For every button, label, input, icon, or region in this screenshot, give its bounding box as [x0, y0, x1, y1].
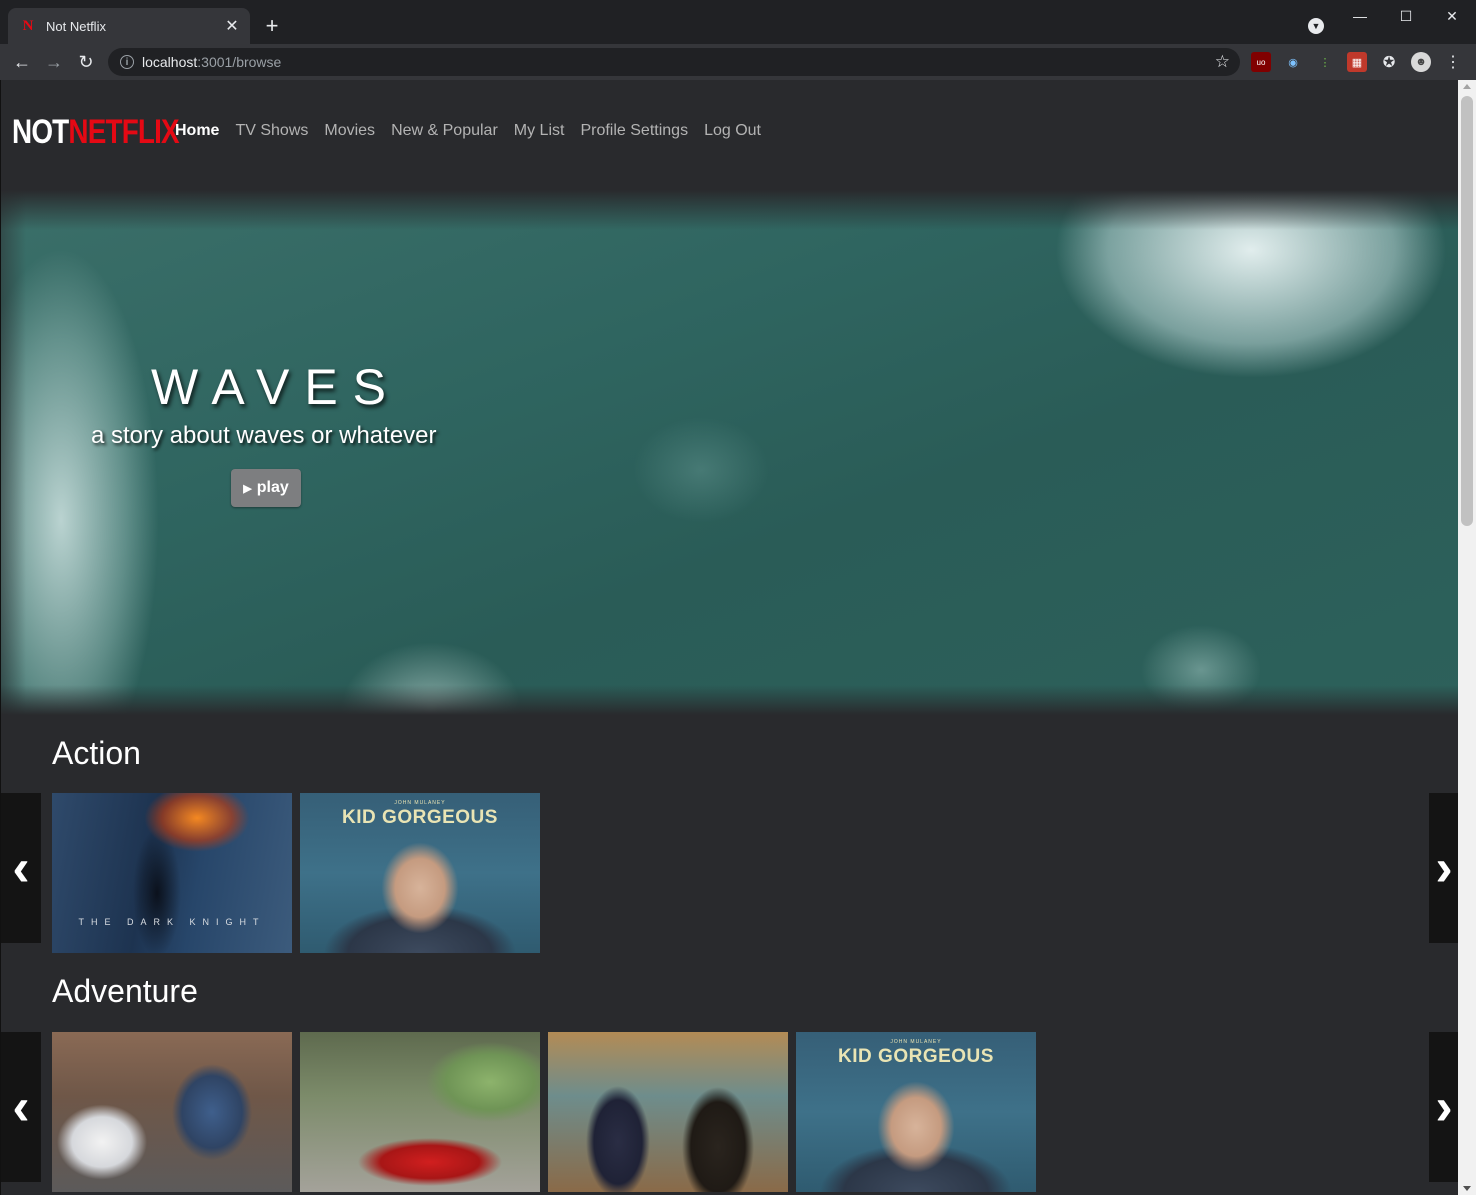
scroll-up-arrow-icon[interactable]	[1463, 84, 1471, 89]
play-icon: ▶	[243, 482, 252, 495]
maximize-button[interactable]: ☐	[1383, 0, 1429, 32]
logo-not: NOT	[12, 113, 69, 151]
browser-menu-icon[interactable]: ⋮	[1443, 52, 1463, 72]
tab-title: Not Netflix	[46, 18, 106, 34]
profile-avatar-icon[interactable]: ☻	[1411, 52, 1431, 72]
title-card[interactable]	[300, 1032, 540, 1192]
url-host: localhost	[142, 54, 198, 70]
nav-new-popular[interactable]: New & Popular	[391, 122, 498, 140]
url-path: :3001/browse	[197, 54, 282, 70]
chevron-down-icon: ▼	[1308, 18, 1324, 34]
address-bar[interactable]: i localhost:3001/browse ☆	[108, 48, 1240, 76]
not-netflix-logo[interactable]: NOTNETFLIX	[12, 112, 180, 152]
nav-tv-shows[interactable]: TV Shows	[235, 122, 308, 140]
close-window-button[interactable]: ✕	[1429, 0, 1475, 32]
browser-toolbar: ← → ↻ i localhost:3001/browse ☆ uo ◉ ⋮ ▦…	[0, 44, 1476, 80]
poster-title: THE DARK KNIGHT	[78, 917, 266, 927]
nav-profile-settings[interactable]: Profile Settings	[580, 122, 688, 140]
nav-links: Home TV Shows Movies New & Popular My Li…	[175, 122, 761, 140]
forward-arrow-icon[interactable]: →	[40, 48, 68, 76]
scroll-down-arrow-icon[interactable]	[1463, 1186, 1471, 1191]
nav-my-list[interactable]: My List	[514, 122, 565, 140]
reload-icon[interactable]: ↻	[72, 48, 100, 76]
title-card[interactable]	[548, 1032, 788, 1192]
ublock-extension-icon[interactable]: uo	[1251, 52, 1271, 72]
title-card[interactable]: JOHN MULANEY KID GORGEOUS	[300, 793, 540, 953]
extensions-puzzle-icon[interactable]: ✪	[1379, 52, 1399, 72]
row-adventure: ‹ JOHN MULANEY KID GORGEOUS ›	[1, 1032, 1458, 1192]
minimize-button[interactable]: —	[1337, 0, 1383, 32]
nav-home[interactable]: Home	[175, 122, 219, 140]
hero-subtitle: a story about waves or whatever	[91, 422, 437, 449]
slider-right-chevron-icon[interactable]: ›	[1429, 793, 1458, 943]
site-info-icon[interactable]: i	[120, 55, 134, 69]
nav-movies[interactable]: Movies	[324, 122, 375, 140]
row-title-adventure: Adventure	[52, 973, 198, 1009]
scrollbar-thumb[interactable]	[1461, 96, 1473, 526]
play-label: play	[256, 479, 289, 496]
slider-left-chevron-icon[interactable]: ‹	[1, 793, 41, 943]
slider-left-chevron-icon[interactable]: ‹	[1, 1032, 41, 1182]
netflix-favicon-icon: N	[22, 17, 34, 34]
browser-tab[interactable]: N Not Netflix ✕	[8, 8, 250, 44]
browser-tabstrip: N Not Netflix ✕ + ▼ — ☐ ✕	[0, 0, 1476, 44]
hero-fade-left	[1, 190, 26, 715]
page-viewport: NOTNETFLIX Home TV Shows Movies New & Po…	[0, 80, 1458, 1195]
poster-title: KID GORGEOUS	[838, 1046, 994, 1067]
row-title-action: Action	[52, 735, 141, 771]
logo-netflix: NETFLIX	[68, 113, 179, 151]
slider-right-chevron-icon[interactable]: ›	[1429, 1032, 1458, 1182]
title-card[interactable]: JOHN MULANEY KID GORGEOUS	[796, 1032, 1036, 1192]
title-card[interactable]	[52, 1032, 292, 1192]
extension-bracket-icon[interactable]: ⋮	[1315, 52, 1335, 72]
play-button[interactable]: ▶ play	[231, 469, 301, 507]
new-tab-button[interactable]: +	[258, 12, 286, 40]
row-action: ‹ THE DARK KNIGHT JOHN MULANEY KID GORGE…	[1, 793, 1458, 953]
back-arrow-icon[interactable]: ←	[8, 48, 36, 76]
close-tab-icon[interactable]: ✕	[220, 14, 244, 38]
hero-banner: WAVES a story about waves or whatever ▶ …	[1, 190, 1458, 715]
title-card[interactable]: THE DARK KNIGHT	[52, 793, 292, 953]
nav-log-out[interactable]: Log Out	[704, 122, 761, 140]
hero-fade-top	[1, 190, 1458, 230]
hero-fade-bottom	[1, 685, 1458, 715]
bookmark-star-icon[interactable]: ☆	[1215, 52, 1230, 72]
extension-red-icon[interactable]: ▦	[1347, 52, 1367, 72]
hero-title: WAVES	[151, 359, 402, 415]
site-navbar: NOTNETFLIX Home TV Shows Movies New & Po…	[1, 80, 1458, 190]
tab-search-button[interactable]: ▼	[1304, 14, 1328, 38]
poster-title: KID GORGEOUS	[342, 807, 498, 828]
poster-small-text: JOHN MULANEY	[890, 1039, 942, 1045]
poster-small-text: JOHN MULANEY	[394, 800, 446, 806]
extension-eyes-icon[interactable]: ◉	[1283, 52, 1303, 72]
page-scrollbar[interactable]	[1458, 80, 1476, 1195]
